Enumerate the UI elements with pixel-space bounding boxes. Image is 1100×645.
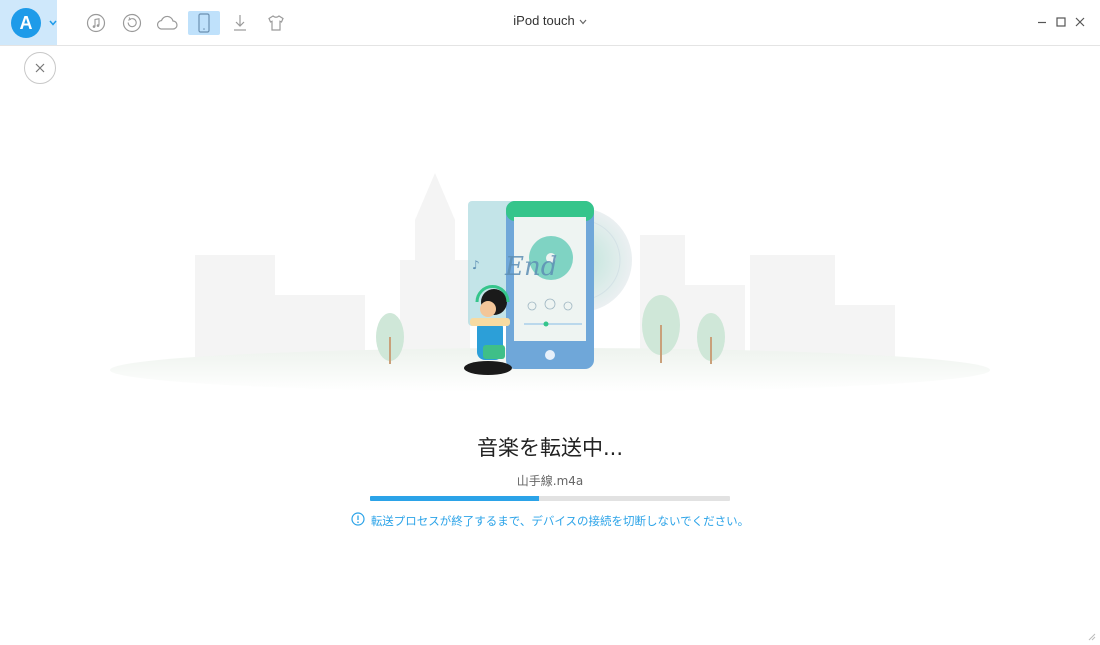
cancel-transfer-button[interactable] — [24, 52, 56, 84]
app-logo-icon: A — [11, 8, 41, 38]
chevron-down-icon[interactable] — [48, 18, 58, 28]
transfer-file-name: 山手線.m4a — [516, 474, 584, 488]
maximize-button[interactable] — [1053, 14, 1069, 30]
download-icon[interactable] — [228, 11, 252, 35]
tshirt-icon[interactable] — [264, 11, 288, 35]
device-selector[interactable]: iPod touch — [500, 13, 600, 28]
progress-fill — [370, 496, 540, 501]
cloud-icon[interactable] — [155, 11, 179, 35]
music-note-icon: ♪ — [472, 258, 480, 272]
transfer-progress-bar — [370, 496, 730, 501]
app-logo-button[interactable]: A — [0, 0, 57, 45]
device-icon[interactable] — [188, 11, 220, 35]
album-title-text: End — [504, 252, 557, 282]
info-icon — [351, 512, 365, 529]
transfer-status-title: 音楽を転送中... — [476, 436, 624, 460]
transfer-warning: 転送プロセスが終了するまで、デバイスの接続を切断しないでください。 — [0, 512, 1100, 529]
device-name: iPod touch — [513, 13, 575, 28]
chevron-down-icon — [579, 13, 587, 28]
transfer-illustration: End ♪ — [100, 165, 1000, 415]
close-icon — [35, 63, 45, 73]
top-toolbar: A iPod touch — [0, 0, 1100, 46]
resize-grip-icon[interactable] — [1086, 626, 1096, 641]
music-icon[interactable] — [84, 11, 108, 35]
warning-text: 転送プロセスが終了するまで、デバイスの接続を切断しないでください。 — [370, 513, 750, 528]
restore-icon[interactable] — [120, 11, 144, 35]
close-window-button[interactable] — [1072, 14, 1088, 30]
minimize-button[interactable] — [1034, 14, 1050, 30]
